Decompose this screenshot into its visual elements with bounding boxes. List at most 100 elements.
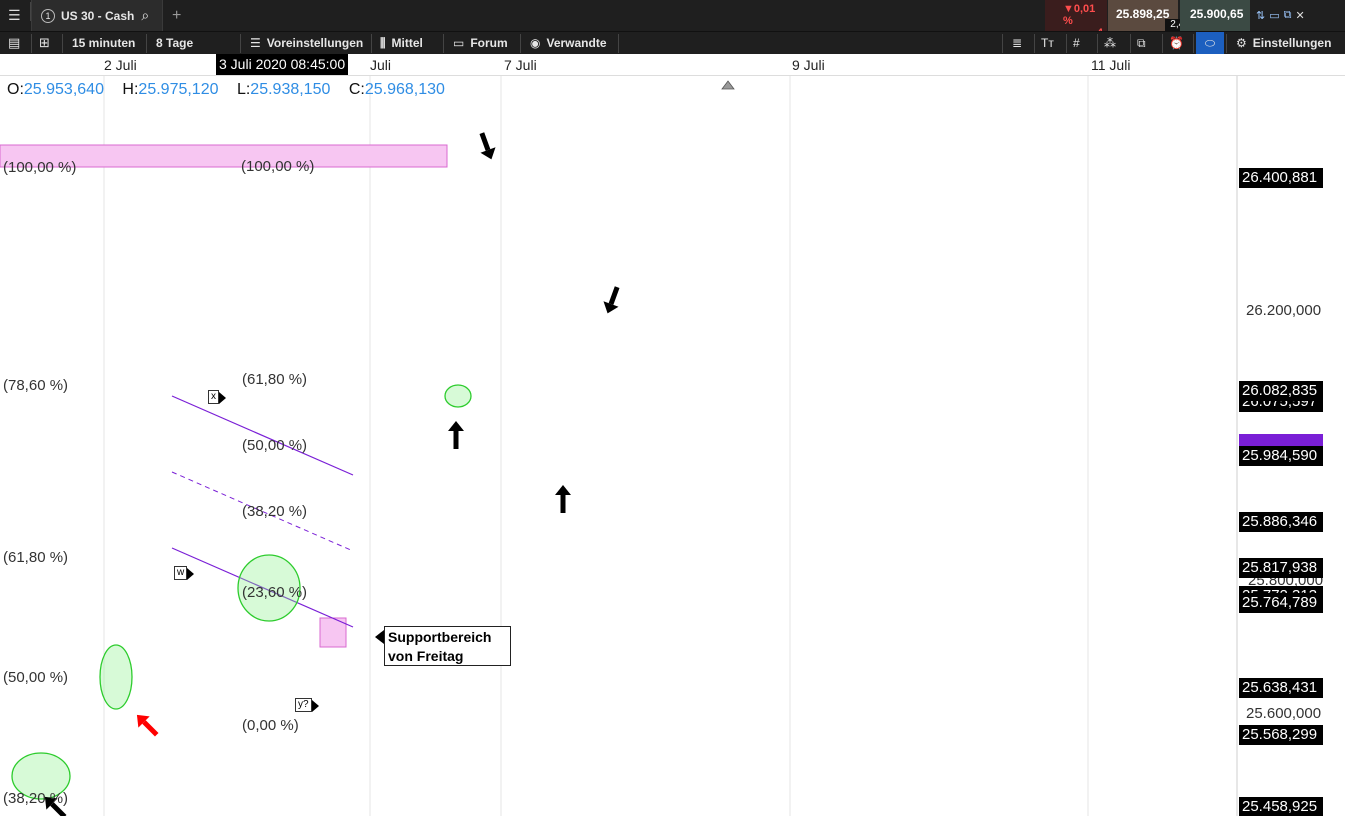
wave-tag-w: w (174, 566, 195, 580)
fib-label: (23,60 %) (242, 584, 308, 601)
up-arrow-icon (555, 485, 571, 513)
change-box: ▼0,01 % 4 (1045, 0, 1107, 39)
sliders-icon: ☰ (250, 36, 261, 50)
fib-label: (61,80 %) (3, 549, 69, 566)
channel-upper-line (171, 395, 354, 476)
price-level-label: 26.400,881 (1239, 168, 1323, 188)
pin-icon[interactable]: ⇅ (1256, 9, 1269, 22)
menu-icon[interactable]: ☰ (8, 0, 21, 31)
fib-label: (100,00 %) (241, 158, 315, 175)
add-tab-icon[interactable]: + (172, 0, 181, 31)
symbol-name: US 30 - Cash (61, 8, 135, 23)
ohlc-readout: O:25.953,640 H:25.975,120 L:25.938,150 C… (7, 81, 459, 99)
presets-label: Voreinstellungen (266, 36, 364, 50)
down-arrow-icon-shaft (608, 286, 620, 305)
date-label: Juli (370, 57, 392, 73)
settings-button[interactable]: ⚙ Einstellungen (1236, 32, 1331, 54)
fib-label: (78,60 %) (3, 377, 69, 394)
up-arrow-icon-head (448, 421, 464, 431)
wave-tag-x: x (208, 390, 226, 404)
highlight-circle (99, 644, 133, 710)
grid-lines (103, 76, 1238, 816)
ask-price: 25.900,65 (1190, 7, 1244, 21)
date-label: 7 Juli (504, 57, 537, 73)
price-level-label: 25.817,938 (1239, 558, 1323, 578)
candle-icon: ⫼ (380, 35, 386, 50)
indicator-button[interactable]: ⫼ Mittel (380, 32, 423, 54)
date-label: 2 Juli (104, 57, 137, 73)
fib-label: (50,00 %) (242, 437, 308, 454)
high-value: 25.975,120 (138, 81, 219, 98)
price-tick: 26.200,000 (1246, 302, 1322, 319)
range-select[interactable]: 8 Tage (156, 32, 193, 54)
close-label: C: (348, 81, 365, 98)
low-value: 25.938,150 (250, 81, 331, 98)
price-chart[interactable] (0, 76, 1345, 816)
interval-select[interactable]: 15 minuten (72, 32, 135, 54)
ask-button[interactable]: 25.900,65 (1180, 0, 1250, 31)
price-level-label: 26.082,835 (1239, 381, 1323, 401)
copy-icon[interactable]: ⧉ (1137, 32, 1146, 54)
fib-label: (61,80 %) (242, 371, 308, 388)
change-pct: ▼0,01 % (1063, 3, 1096, 27)
date-axis: 2 Juli 3 Juli 2020 08:45:00 Juli 7 Juli … (0, 54, 1345, 76)
text-tool-icon[interactable]: Tᴛ (1041, 32, 1054, 54)
up-arrow-icon-head (555, 485, 571, 495)
chart-toolbar: ▤ ⊞ 15 minuten 8 Tage ☰ Voreinstellungen … (0, 31, 1345, 54)
up-arrow-icon-shaft (560, 495, 566, 513)
arrows (44, 80, 735, 816)
eye-icon: ◉ (530, 36, 541, 50)
price-level-label: 25.886,346 (1239, 512, 1323, 532)
search-icon[interactable]: ⌕ (141, 7, 149, 24)
related-button[interactable]: ◉ Verwandte (530, 32, 607, 54)
crosshair-icon[interactable]: # (1073, 32, 1080, 54)
price-level-label: 25.458,925 (1239, 797, 1323, 816)
annotation-line: von Freitag (388, 648, 464, 664)
tag-icon[interactable]: ⬭ (1196, 32, 1224, 54)
indicator-label: Mittel (391, 36, 423, 50)
window-controls[interactable]: ⇅ ▭ ⧉ ✕ (1256, 0, 1309, 31)
wave-tag-y: y? (295, 698, 318, 712)
symbol-tab[interactable]: 1 US 30 - Cash ⌕ (31, 0, 163, 31)
close-value: 25.968,130 (364, 81, 445, 98)
presets-button[interactable]: ☰ Voreinstellungen (250, 32, 363, 54)
scroll-marker-icon (721, 80, 735, 90)
down-arrow-icon (479, 132, 496, 160)
related-label: Verwandte (546, 36, 607, 50)
fib-label: (38,20 %) (3, 790, 69, 807)
price-level-label: 25.638,431 (1239, 678, 1323, 698)
highlight-circle (444, 384, 472, 408)
up-arrow-icon (448, 421, 464, 449)
close-icon[interactable]: ✕ (1295, 9, 1308, 22)
forum-button[interactable]: ▭ Forum (453, 32, 508, 54)
fib-label: (38,20 %) (242, 503, 308, 520)
open-label: O: (7, 81, 24, 98)
forum-label: Forum (470, 36, 508, 50)
date-label: 9 Juli (792, 57, 825, 73)
bid-price: 25.898,25 (1116, 7, 1170, 21)
open-value: 25.953,640 (23, 81, 104, 98)
price-level-label: 25.984,590 (1239, 446, 1323, 466)
gear-icon: ⚙ (1236, 36, 1247, 50)
list-icon[interactable]: ≣ (1012, 32, 1022, 54)
support-annotation: Supportbereich von Freitag (375, 626, 511, 666)
down-arrow-icon (603, 286, 620, 314)
fib-label: (0,00 %) (242, 717, 299, 734)
minimize-icon[interactable]: ▭ (1269, 9, 1283, 22)
down-arrow-icon-head (603, 301, 619, 314)
fib-label: (100,00 %) (3, 159, 77, 176)
date-label: 11 Juli (1091, 57, 1131, 73)
symbol-number: 1 (41, 8, 55, 23)
fib-label: (50,00 %) (3, 669, 69, 686)
annotation-line: Supportbereich (388, 629, 492, 645)
high-label: H: (122, 81, 139, 98)
price-level-label: 25.764,789 (1239, 593, 1323, 613)
down-arrow-icon-head (480, 147, 496, 160)
settings-label: Einstellungen (1252, 36, 1332, 50)
layout-icon[interactable]: ▤ (8, 32, 20, 54)
drawing-tool-icon[interactable]: ⁂ (1104, 32, 1116, 54)
popout-icon[interactable]: ⧉ (1284, 9, 1296, 22)
grid-layout-icon[interactable]: ⊞ (39, 32, 50, 54)
alarm-icon[interactable]: ⏰ (1169, 32, 1184, 54)
red-arrow-icon-shaft (142, 720, 159, 737)
